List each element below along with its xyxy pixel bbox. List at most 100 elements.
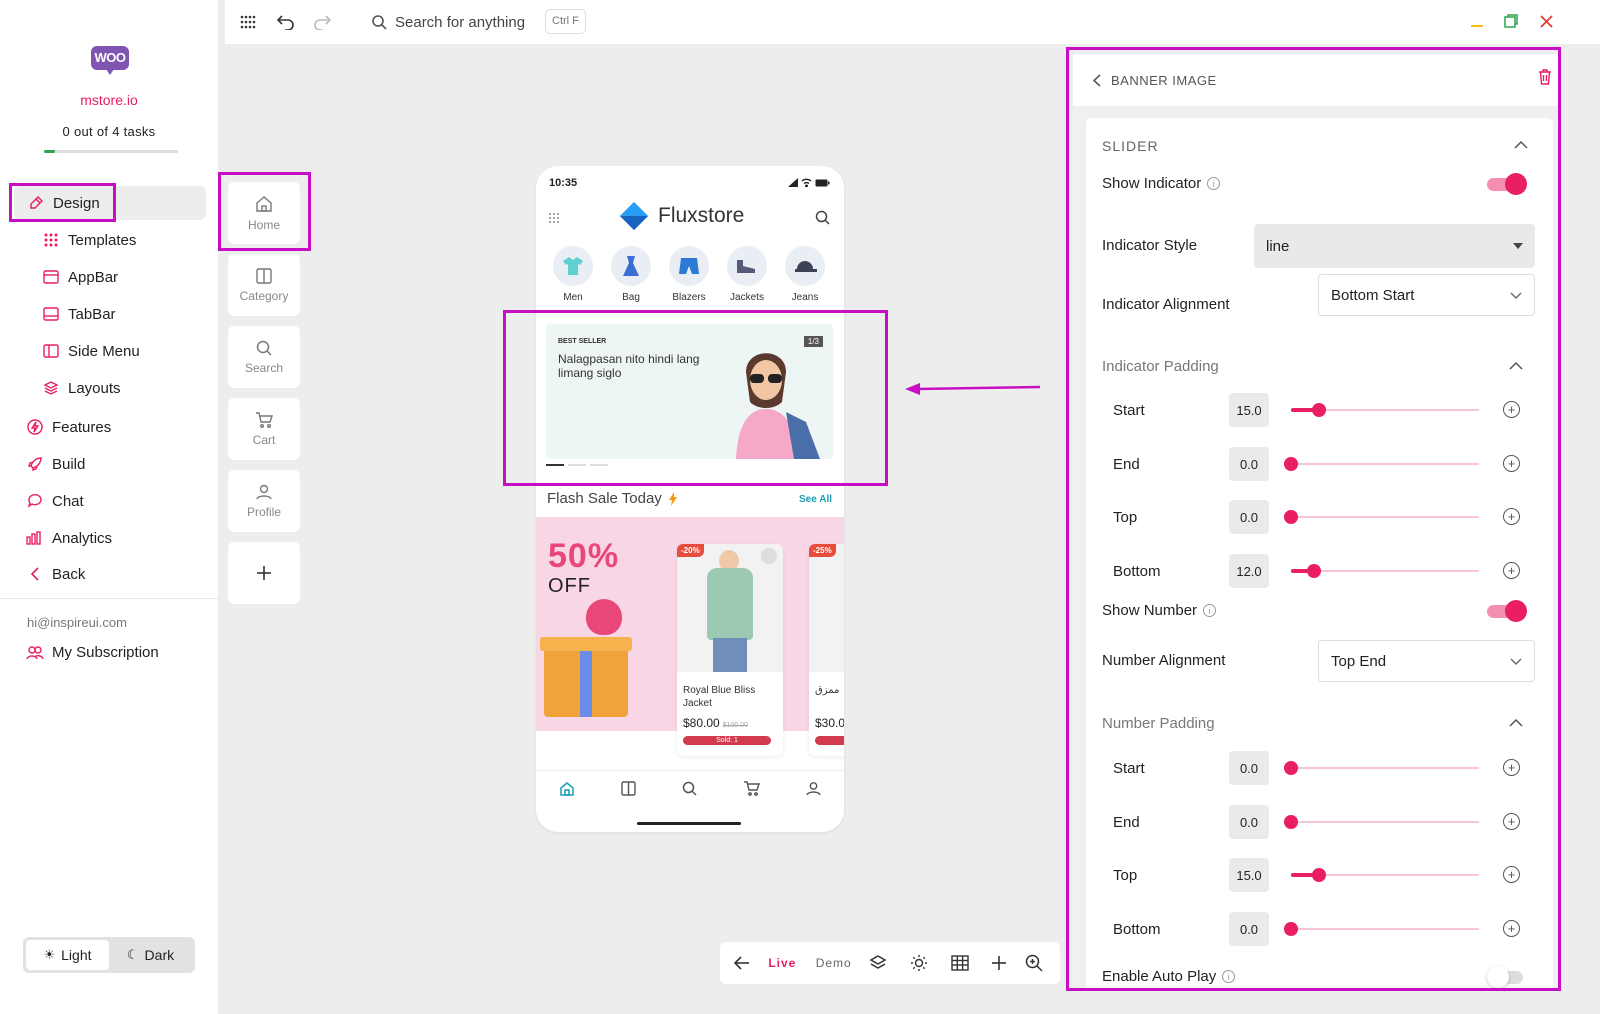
show-number-toggle[interactable] [1487, 600, 1527, 622]
favorite-heart-icon[interactable] [761, 548, 777, 564]
padding-slider[interactable] [1291, 402, 1479, 418]
category-jackets[interactable]: Jackets [718, 246, 776, 303]
profile-icon[interactable] [806, 781, 821, 796]
category-bag[interactable]: Bag [602, 246, 660, 303]
slider-thumb[interactable] [1306, 564, 1321, 578]
padding-value-input[interactable]: 0.0 [1229, 912, 1269, 946]
enable-auto-play-toggle[interactable] [1487, 966, 1527, 988]
sidebar-item-features[interactable]: Features [26, 410, 111, 444]
apps-grid-icon[interactable] [237, 11, 259, 33]
padding-value-input[interactable]: 15.0 [1229, 393, 1269, 427]
category-men[interactable]: Men [544, 246, 602, 303]
sidebar-item-build[interactable]: Build [26, 447, 85, 481]
redo-icon[interactable] [311, 11, 333, 33]
tab-profile[interactable]: Profile [228, 470, 300, 532]
chevron-up-icon[interactable] [1509, 361, 1523, 370]
chevron-up-icon[interactable] [1514, 140, 1528, 149]
maximize-icon[interactable] [1502, 12, 1520, 30]
padding-value-input[interactable]: 0.0 [1229, 500, 1269, 534]
theme-dark-option[interactable]: ☾ Dark [109, 940, 192, 970]
search-input[interactable] [395, 13, 565, 31]
sidebar-item-design[interactable]: Design [14, 186, 206, 220]
sidebar-item-back[interactable]: Back [26, 557, 85, 591]
slider-thumb[interactable] [1284, 457, 1298, 471]
product-card[interactable]: -20% Royal Blue Bliss Jacket $80.00 $100.… [677, 544, 783, 756]
undo-icon[interactable] [275, 11, 297, 33]
info-icon[interactable]: i [1207, 177, 1221, 190]
show-indicator-toggle[interactable] [1487, 173, 1527, 195]
slider-thumb[interactable] [1284, 761, 1298, 775]
sidebar-item-subscription[interactable]: My Subscription [26, 635, 159, 669]
plus-circle-icon[interactable]: + [1503, 401, 1520, 418]
banner-model-image [736, 353, 820, 459]
banner-slide[interactable]: BEST SELLER Nalagpasan nito hindi lang l… [546, 324, 833, 459]
store-name[interactable]: mstore.io [0, 92, 218, 108]
cart-icon[interactable] [743, 781, 760, 796]
add-icon[interactable] [981, 942, 1017, 984]
brightness-icon[interactable] [898, 942, 939, 984]
plus-circle-icon[interactable]: + [1503, 759, 1520, 776]
plus-circle-icon[interactable]: + [1503, 866, 1520, 883]
padding-slider[interactable] [1284, 921, 1479, 937]
see-all-link[interactable]: See All [799, 494, 832, 505]
sidebar-item-templates[interactable]: Templates [42, 223, 136, 257]
plus-circle-icon[interactable]: + [1503, 508, 1520, 525]
slider-thumb[interactable] [1312, 868, 1327, 882]
arrow-left-icon[interactable] [728, 942, 756, 984]
live-mode-button[interactable]: Live [756, 942, 809, 984]
sidebar-item-appbar[interactable]: AppBar [42, 260, 118, 294]
sidebar-item-layouts[interactable]: Layouts [42, 371, 121, 405]
info-icon[interactable]: i [1203, 604, 1217, 617]
theme-light-option[interactable]: ☀ Light [26, 940, 109, 970]
sidebar-item-side-menu[interactable]: Side Menu [42, 334, 140, 368]
info-icon[interactable]: i [1222, 970, 1236, 983]
padding-slider[interactable] [1284, 456, 1479, 472]
plus-circle-icon[interactable]: + [1503, 920, 1520, 937]
tab-cart[interactable]: Cart [228, 398, 300, 460]
padding-slider[interactable] [1291, 867, 1479, 883]
category-jeans[interactable]: Jeans [776, 246, 834, 303]
slider-thumb[interactable] [1284, 922, 1298, 936]
plus-circle-icon[interactable]: + [1503, 813, 1520, 830]
slider-thumb[interactable] [1284, 815, 1298, 829]
layers-icon[interactable] [858, 942, 898, 984]
padding-value-input[interactable]: 0.0 [1229, 751, 1269, 785]
phone-menu-grid-icon[interactable] [548, 212, 560, 224]
chevron-up-icon[interactable] [1509, 718, 1523, 727]
tab-category[interactable]: Category [228, 254, 300, 316]
padding-value-input[interactable]: 12.0 [1229, 554, 1269, 588]
category-blazers[interactable]: Blazers [660, 246, 718, 303]
table-grid-icon[interactable] [939, 942, 980, 984]
trash-icon[interactable] [1538, 68, 1552, 85]
category-icon[interactable] [621, 781, 636, 796]
home-icon[interactable] [559, 781, 575, 797]
sidebar-item-analytics[interactable]: Analytics [26, 521, 112, 555]
phone-search-icon[interactable] [815, 210, 830, 225]
padding-slider[interactable] [1284, 509, 1479, 525]
close-icon[interactable] [1537, 12, 1555, 30]
padding-slider[interactable] [1291, 563, 1479, 579]
slider-thumb[interactable] [1284, 510, 1298, 524]
padding-slider[interactable] [1284, 814, 1479, 830]
sidebar-item-chat[interactable]: Chat [26, 484, 84, 518]
number-alignment-select[interactable]: Top End [1318, 640, 1535, 682]
product-card[interactable]: -25% ممزق $30.0 [809, 544, 844, 756]
padding-value-input[interactable]: 15.0 [1229, 858, 1269, 892]
minimize-icon[interactable] [1468, 12, 1486, 30]
indicator-alignment-select[interactable]: Bottom Start [1318, 274, 1535, 316]
padding-value-input[interactable]: 0.0 [1229, 447, 1269, 481]
slider-thumb[interactable] [1312, 403, 1327, 417]
plus-circle-icon[interactable]: + [1503, 455, 1520, 472]
padding-slider[interactable] [1284, 760, 1479, 776]
search-icon[interactable] [682, 781, 697, 796]
sidebar-item-tabbar[interactable]: TabBar [42, 297, 116, 331]
indicator-style-select[interactable]: line [1254, 224, 1535, 268]
add-tab-button[interactable] [228, 542, 300, 604]
tab-search[interactable]: Search [228, 326, 300, 388]
padding-value-input[interactable]: 0.0 [1229, 805, 1269, 839]
demo-mode-button[interactable]: Demo [809, 942, 858, 984]
plus-circle-icon[interactable]: + [1503, 562, 1520, 579]
zoom-in-icon[interactable] [1016, 942, 1052, 984]
tab-home[interactable]: Home [228, 182, 300, 244]
back-chevron-icon[interactable] [1093, 73, 1101, 87]
